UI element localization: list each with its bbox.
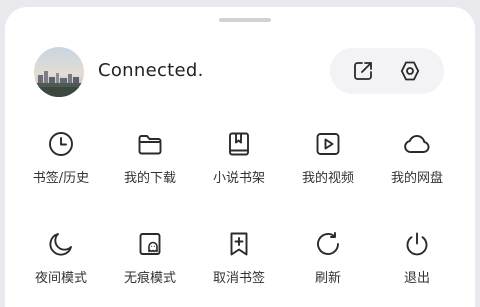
- power-icon: [403, 230, 431, 258]
- menu-item-label: 无痕模式: [123, 271, 176, 286]
- menu-item-night-mode[interactable]: 夜间模式: [19, 230, 103, 300]
- clock-icon: [47, 130, 75, 158]
- menu-item-label: 退出: [403, 271, 430, 286]
- menu-item-incognito[interactable]: 无痕模式: [108, 230, 192, 300]
- folder-icon: [136, 130, 164, 158]
- book-icon: [225, 130, 253, 158]
- play-icon: [314, 130, 342, 158]
- connection-status: Connected.: [98, 60, 204, 81]
- refresh-icon: [314, 230, 342, 258]
- menu-item-downloads[interactable]: 我的下载: [108, 130, 192, 200]
- menu-item-cloud-drive[interactable]: 我的网盘: [375, 130, 459, 200]
- hexagon-settings-icon[interactable]: [398, 59, 422, 83]
- menu-item-label: 刷新: [314, 271, 341, 286]
- menu-item-bookmarks-history[interactable]: 书签/历史: [19, 130, 103, 200]
- menu-item-refresh[interactable]: 刷新: [286, 230, 370, 300]
- menu-item-exit[interactable]: 退出: [375, 230, 459, 300]
- menu-item-my-videos[interactable]: 我的视频: [286, 130, 370, 200]
- menu-item-label: 书签/历史: [32, 171, 90, 186]
- cloud-icon: [403, 130, 431, 158]
- moon-icon: [47, 230, 75, 258]
- header-action-group: [330, 48, 444, 94]
- drag-handle[interactable]: [219, 18, 271, 22]
- menu-item-label: 取消书签: [212, 271, 265, 286]
- bottom-sheet: Connected. 书签/历史 我的下载 小说书架 我的视频 我的网盘 夜间模…: [5, 7, 475, 307]
- menu-item-label: 我的网盘: [390, 171, 443, 186]
- menu-item-label: 我的下载: [123, 171, 176, 186]
- menu-item-novel-shelf[interactable]: 小说书架: [197, 130, 281, 200]
- share-out-icon[interactable]: [351, 59, 375, 83]
- avatar[interactable]: [34, 47, 84, 97]
- menu-item-label: 小说书架: [212, 171, 265, 186]
- menu-item-remove-bookmark[interactable]: 取消书签: [197, 230, 281, 300]
- ghost-icon: [136, 230, 164, 258]
- bookmark-plus-icon: [225, 230, 253, 258]
- menu-item-label: 我的视频: [301, 171, 354, 186]
- menu-item-label: 夜间模式: [34, 271, 87, 286]
